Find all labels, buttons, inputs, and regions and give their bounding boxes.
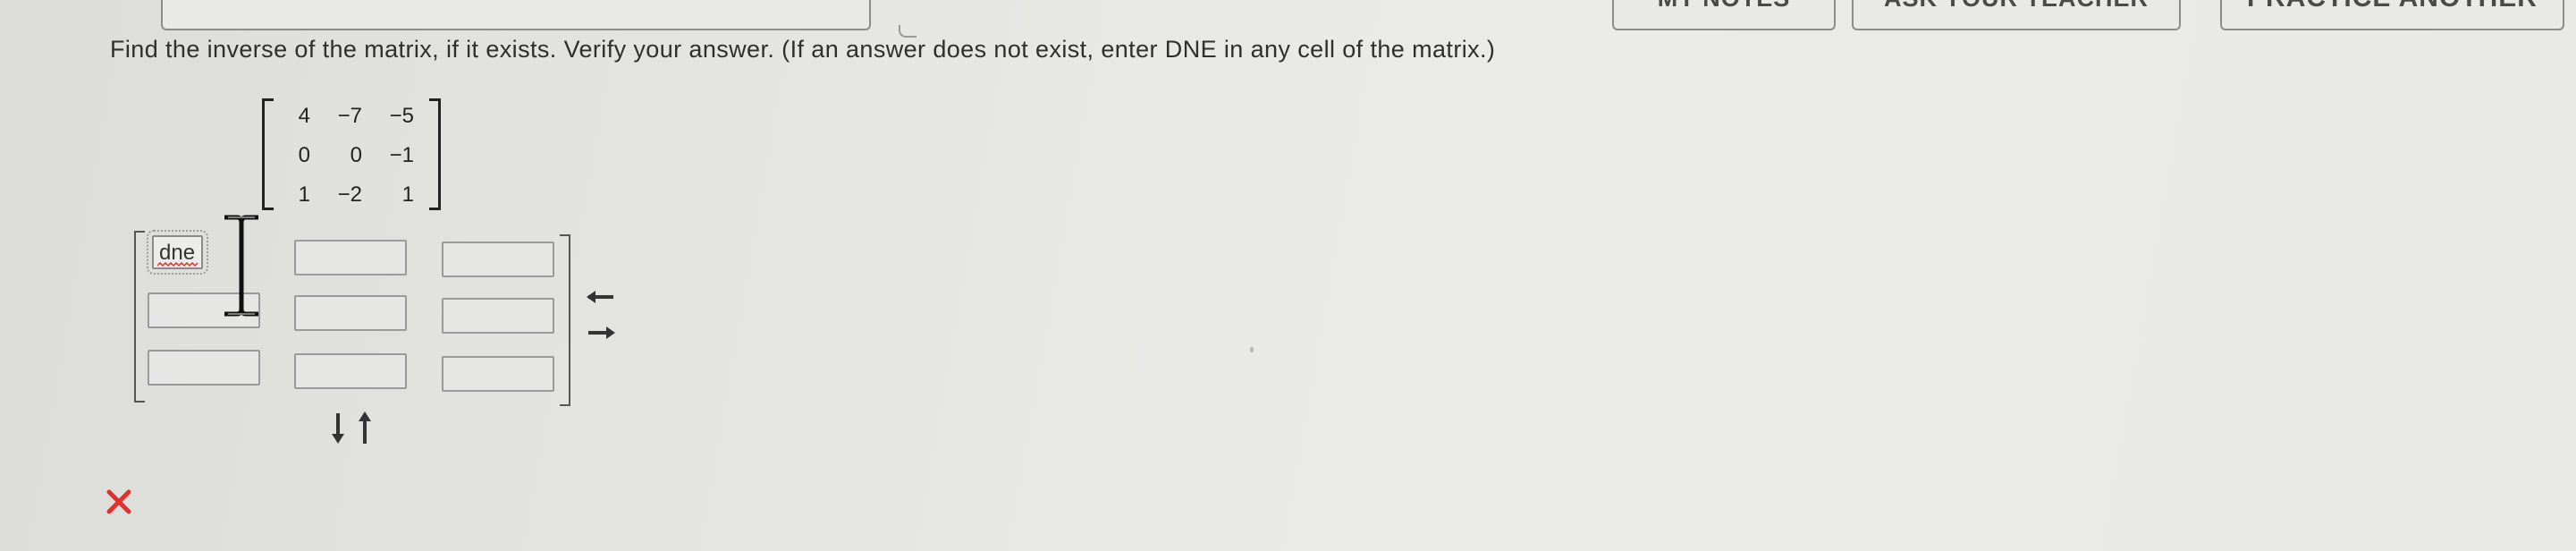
matrix-cell: 0 (350, 143, 362, 167)
given-matrix: 4 −7 −5 0 0 −1 1 −2 1 (262, 98, 441, 210)
answer-input-r1c2[interactable] (294, 240, 407, 276)
matrix-cell: 4 (298, 104, 310, 128)
answer-left-bracket (134, 231, 145, 403)
ask-teacher-button[interactable]: ASK YOUR TEACHER (1852, 0, 2181, 30)
spellcheck-underline (157, 262, 198, 267)
left-bracket (262, 98, 274, 210)
text-cursor-icon (224, 215, 258, 317)
matrix-cell: −2 (337, 182, 362, 207)
answer-input-r3c1[interactable] (148, 350, 260, 386)
matrix-cell: 1 (401, 182, 414, 207)
answer-input-r3c3[interactable] (442, 356, 554, 392)
matrix-cell: 0 (298, 143, 310, 167)
right-bracket (429, 98, 441, 210)
practice-another-button[interactable]: PRACTICE ANOTHER (2220, 0, 2564, 30)
arrow-down-up-icon[interactable] (325, 410, 381, 445)
matrix-cell: −1 (389, 143, 414, 167)
matrix-cell: −7 (337, 104, 362, 128)
answer-right-bracket (560, 234, 570, 406)
answer-input-r2c2[interactable] (294, 295, 407, 331)
answer-input-r3c2[interactable] (294, 353, 407, 389)
matrix-cell: −5 (389, 104, 414, 128)
answer-input-r2c3[interactable] (442, 298, 554, 334)
top-button-left[interactable] (161, 0, 871, 30)
matrix-cell: 1 (298, 182, 310, 207)
screen-speck (1250, 347, 1254, 352)
question-text: Find the inverse of the matrix, if it ex… (110, 36, 1496, 63)
incorrect-x-icon (106, 489, 131, 514)
my-notes-button[interactable]: MY NOTES (1612, 0, 1836, 30)
arrow-left-right-icon[interactable] (585, 288, 617, 343)
answer-input-r1c3[interactable] (442, 242, 554, 277)
